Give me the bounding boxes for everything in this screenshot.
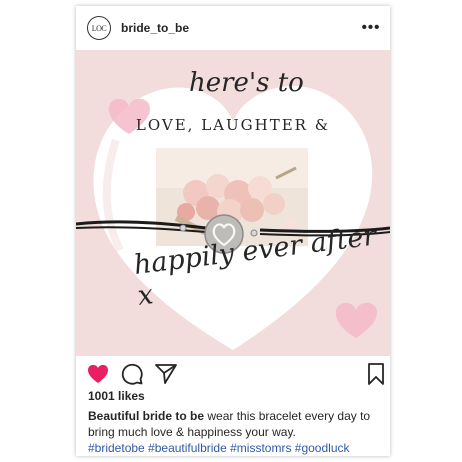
caption: Beautiful bride to be wear this bracelet… [88, 408, 384, 456]
bookmark-icon[interactable] [364, 362, 388, 386]
post-image[interactable]: here's to LOVE, LAUGHTER & happily ever … [76, 50, 390, 356]
caption-hashtags[interactable]: #bridetobe #beautifulbride #misstomrs #g… [88, 441, 350, 455]
comment-icon[interactable] [120, 362, 144, 386]
send-icon[interactable] [154, 362, 178, 386]
more-icon[interactable]: ••• [360, 16, 382, 38]
instagram-post-card: LOC bride_to_be ••• here's to LOVE, LAUG… [76, 6, 390, 456]
caption-author[interactable]: Beautiful bride to be [88, 409, 204, 423]
post-header: LOC bride_to_be ••• [76, 6, 390, 50]
heading-caps: LOVE, LAUGHTER & [135, 116, 331, 134]
avatar[interactable]: LOC [87, 16, 111, 40]
heading-script: here's to [189, 68, 304, 98]
heart-icon[interactable] [86, 362, 110, 386]
likes-count[interactable]: 1001 likes [88, 389, 145, 403]
pink-heart-decoration [335, 302, 377, 338]
avatar-logo-text: LOC [91, 23, 107, 33]
username[interactable]: bride_to_be [121, 21, 189, 35]
action-bar [76, 356, 390, 390]
